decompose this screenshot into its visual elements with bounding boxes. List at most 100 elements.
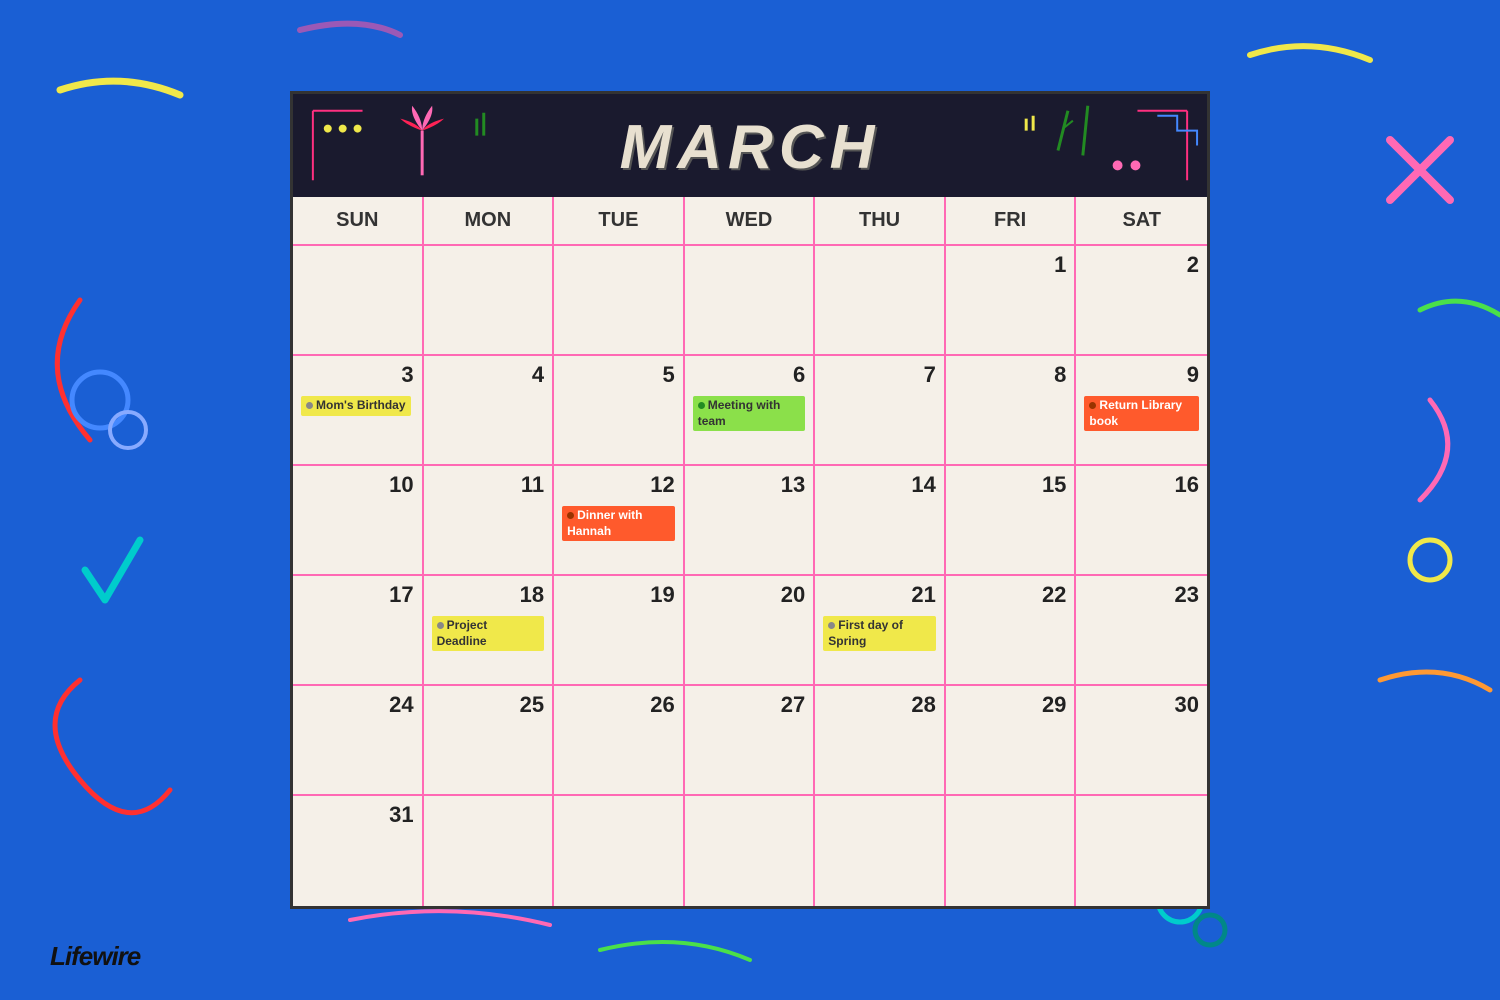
cell-date-10: 10 (301, 472, 414, 498)
calendar-cell-empty[interactable] (946, 796, 1077, 906)
calendar-cell-31[interactable]: 31 (293, 796, 424, 906)
cell-date-31: 31 (301, 802, 414, 828)
cell-date-28: 28 (823, 692, 936, 718)
cell-date-22: 22 (954, 582, 1067, 608)
calendar-cell-28[interactable]: 28 (815, 686, 946, 796)
calendar-cell-empty[interactable] (424, 796, 555, 906)
calendar-cell-12[interactable]: 12 Dinner with Hannah (554, 466, 685, 576)
calendar-cell-24[interactable]: 24 (293, 686, 424, 796)
cell-date-14: 14 (823, 472, 936, 498)
calendar: MARCH SUNMONTUEWEDTHUFRISAT 123Mom's Bir… (290, 91, 1210, 909)
event-project-deadline[interactable]: Project Deadline (432, 616, 545, 651)
calendar-cell-9[interactable]: 9 Return Library book (1076, 356, 1207, 466)
calendar-cell-empty[interactable] (685, 796, 816, 906)
cell-date-27: 27 (693, 692, 806, 718)
calendar-cell-7[interactable]: 7 (815, 356, 946, 466)
day-name-thu: THU (815, 197, 946, 244)
cell-date-29: 29 (954, 692, 1067, 718)
day-name-fri: FRI (946, 197, 1077, 244)
calendar-header: MARCH (293, 94, 1207, 197)
event-meeting-with-team[interactable]: Meeting with team (693, 396, 806, 431)
day-name-mon: MON (424, 197, 555, 244)
calendar-cell-20[interactable]: 20 (685, 576, 816, 686)
day-name-sun: SUN (293, 197, 424, 244)
cell-date-15: 15 (954, 472, 1067, 498)
event-label: Mom's Birthday (316, 398, 406, 412)
cell-date-9: 9 (1084, 362, 1199, 388)
calendar-cell-18[interactable]: 18 Project Deadline (424, 576, 555, 686)
calendar-cell-5[interactable]: 5 (554, 356, 685, 466)
cell-date-17: 17 (301, 582, 414, 608)
calendar-cell-30[interactable]: 30 (1076, 686, 1207, 796)
calendar-cell-empty[interactable] (685, 246, 816, 356)
calendar-cell-26[interactable]: 26 (554, 686, 685, 796)
cell-date-16: 16 (1084, 472, 1199, 498)
calendar-cell-29[interactable]: 29 (946, 686, 1077, 796)
cell-date-25: 25 (432, 692, 545, 718)
cell-date-11: 11 (432, 472, 545, 498)
calendar-cell-10[interactable]: 10 (293, 466, 424, 576)
calendar-cell-empty[interactable] (424, 246, 555, 356)
event-mom's-birthday[interactable]: Mom's Birthday (301, 396, 411, 416)
cell-date-23: 23 (1084, 582, 1199, 608)
cell-date-6: 6 (693, 362, 806, 388)
calendar-cell-14[interactable]: 14 (815, 466, 946, 576)
day-names-row: SUNMONTUEWEDTHUFRISAT (293, 197, 1207, 246)
cell-date-13: 13 (693, 472, 806, 498)
event-label: Meeting with team (698, 398, 781, 428)
calendar-cell-2[interactable]: 2 (1076, 246, 1207, 356)
event-return-library-book[interactable]: Return Library book (1084, 396, 1199, 431)
calendar-cell-1[interactable]: 1 (946, 246, 1077, 356)
calendar-cell-empty[interactable] (815, 796, 946, 906)
day-name-tue: TUE (554, 197, 685, 244)
calendar-cell-empty[interactable] (293, 246, 424, 356)
calendar-cell-15[interactable]: 15 (946, 466, 1077, 576)
calendar-cell-25[interactable]: 25 (424, 686, 555, 796)
cell-date-19: 19 (562, 582, 675, 608)
cell-date-21: 21 (823, 582, 936, 608)
day-name-wed: WED (685, 197, 816, 244)
calendar-grid: 123Mom's Birthday456Meeting with team789… (293, 246, 1207, 906)
calendar-cell-8[interactable]: 8 (946, 356, 1077, 466)
cell-date-8: 8 (954, 362, 1067, 388)
calendar-cell-22[interactable]: 22 (946, 576, 1077, 686)
event-dot (698, 402, 705, 409)
calendar-cell-4[interactable]: 4 (424, 356, 555, 466)
calendar-cell-19[interactable]: 19 (554, 576, 685, 686)
calendar-cell-21[interactable]: 21 First day of Spring (815, 576, 946, 686)
cell-date-1: 1 (954, 252, 1067, 278)
calendar-cell-11[interactable]: 11 (424, 466, 555, 576)
calendar-cell-3[interactable]: 3Mom's Birthday (293, 356, 424, 466)
calendar-cell-empty[interactable] (554, 246, 685, 356)
cell-date-4: 4 (432, 362, 545, 388)
event-label: Return Library book (1089, 398, 1182, 428)
calendar-cell-empty[interactable] (815, 246, 946, 356)
brand-logo: Lifewire (50, 941, 140, 972)
event-dot (437, 622, 444, 629)
event-label: Project Deadline (437, 618, 488, 648)
event-dot (567, 512, 574, 519)
event-label: First day of Spring (828, 618, 903, 648)
cell-date-26: 26 (562, 692, 675, 718)
event-dot (306, 402, 313, 409)
calendar-cell-17[interactable]: 17 (293, 576, 424, 686)
event-label: Dinner with Hannah (567, 508, 642, 538)
event-dot (828, 622, 835, 629)
event-dinner-with-hannah[interactable]: Dinner with Hannah (562, 506, 675, 541)
event-first-day-of-spring[interactable]: First day of Spring (823, 616, 936, 651)
day-name-sat: SAT (1076, 197, 1207, 244)
cell-date-24: 24 (301, 692, 414, 718)
cell-date-12: 12 (562, 472, 675, 498)
calendar-cell-13[interactable]: 13 (685, 466, 816, 576)
calendar-cell-27[interactable]: 27 (685, 686, 816, 796)
cell-date-18: 18 (432, 582, 545, 608)
calendar-cell-empty[interactable] (554, 796, 685, 906)
calendar-cell-16[interactable]: 16 (1076, 466, 1207, 576)
cell-date-30: 30 (1084, 692, 1199, 718)
cell-date-2: 2 (1084, 252, 1199, 278)
calendar-cell-6[interactable]: 6 Meeting with team (685, 356, 816, 466)
cell-date-20: 20 (693, 582, 806, 608)
event-dot (1089, 402, 1096, 409)
calendar-cell-23[interactable]: 23 (1076, 576, 1207, 686)
calendar-cell-empty[interactable] (1076, 796, 1207, 906)
